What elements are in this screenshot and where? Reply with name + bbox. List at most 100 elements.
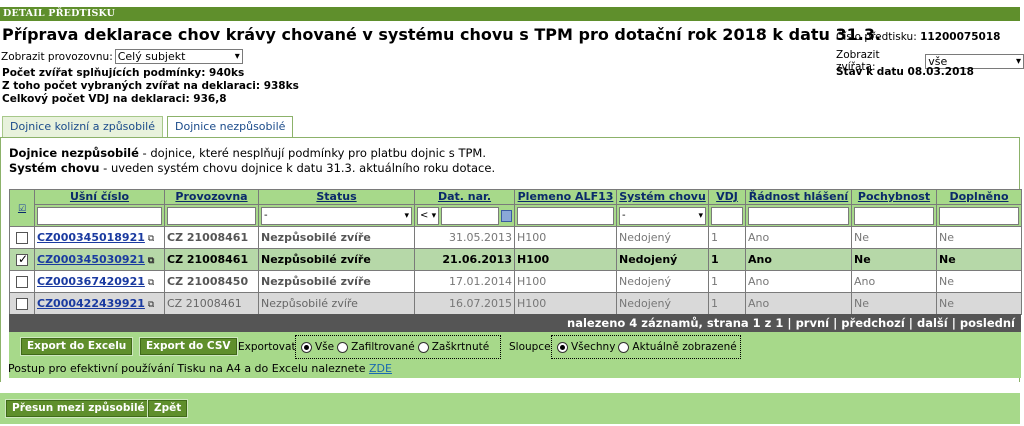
filter-date-op-select[interactable]: < ▾ (417, 206, 440, 225)
export-all-radio[interactable] (301, 341, 312, 353)
filter-ear-input[interactable] (37, 206, 162, 225)
doplneno-cell: Ne (936, 292, 1022, 315)
system-cell: Nedojený (616, 292, 709, 315)
col-header-pochybnost[interactable]: Pochybnost (851, 189, 937, 205)
move-to-eligible-button[interactable]: Přesun mezi způsobilé (5, 399, 152, 418)
row-checkbox[interactable] (16, 252, 28, 266)
col-header-system[interactable]: Systém chovu (616, 189, 709, 205)
ear-cell: CZ000345030921 ⧉ (34, 248, 165, 271)
filter-radnost-cell (745, 204, 852, 227)
tab-kolizni-zpusobile[interactable]: Dojnice kolizní a způsobilé (2, 116, 164, 138)
desc-line-2: Systém chovu - uveden systém chovu dojni… (9, 161, 495, 175)
ear-number-link[interactable]: CZ000345018921 (37, 231, 145, 244)
export-filtered-radio[interactable] (337, 341, 349, 353)
state-date: Stav k datu 08.03.2018 (836, 66, 974, 78)
chevron-down-icon: ▾ (404, 210, 409, 221)
help-link[interactable]: ZDE (369, 362, 392, 375)
filter-date-input[interactable] (441, 206, 499, 225)
chevron-down-icon: ▾ (431, 210, 437, 221)
tab-nezpusobile[interactable]: Dojnice nezpůsobilé (167, 116, 294, 138)
help-text: Postup pro efektivní používání Tisku na … (8, 362, 370, 375)
provoz-select[interactable]: Celý subjekt ▾ (114, 49, 243, 64)
filter-ear-cell (34, 204, 165, 227)
row-checkbox[interactable] (16, 232, 28, 244)
columns-all-label: Všechny (571, 341, 616, 353)
export-all-label: Vše (315, 341, 335, 353)
vdj-cell: 1 (708, 270, 746, 293)
filter-radnost-input[interactable] (748, 206, 849, 225)
export-options: Vše Zafiltrované Zaškrtnuté (295, 335, 501, 359)
row-checkbox[interactable] (16, 298, 28, 310)
export-filtered-label: Zafiltrované (351, 341, 415, 353)
table-row[interactable]: CZ000345030921⧉ CZ 21008461 Nezpůsobilé … (9, 248, 1022, 271)
col-header-vdj[interactable]: VDJ (708, 189, 746, 205)
col-header-provoz[interactable]: Provozovna (164, 189, 259, 205)
system-cell: Nedojený (616, 270, 709, 293)
popup-icon[interactable]: ⧉ (148, 278, 154, 288)
columns-all-radio[interactable] (557, 341, 568, 353)
filter-provoz-input[interactable] (167, 206, 256, 225)
help-line: Postup pro efektivní používání Tisku na … (8, 362, 392, 375)
provoz-select-value: Celý subjekt (117, 50, 186, 63)
popup-icon[interactable]: ⧉ (148, 234, 154, 244)
row-checkbox-cell (9, 270, 35, 293)
filter-pochybnost-input[interactable] (854, 206, 934, 225)
select-all-icon[interactable]: ☑ (18, 204, 26, 214)
desc-term-1: Dojnice nezpůsobilé (9, 146, 139, 160)
row-checkbox-cell (9, 226, 35, 249)
ear-number-link[interactable]: CZ000367420921 (37, 275, 145, 288)
desc-line-1: Dojnice nezpůsobilé - dojnice, které nes… (9, 146, 486, 160)
pretisk-info: Číslo předtisku: 11200075018 (836, 31, 1000, 43)
col-header-breed[interactable]: Plemeno ALF13 (514, 189, 617, 205)
pochybnost-cell: Ne (851, 226, 937, 249)
ear-cell: CZ000345018921 ⧉ (34, 226, 165, 249)
row-checkbox[interactable] (16, 276, 28, 288)
chevron-down-icon: ▾ (1015, 55, 1021, 67)
popup-icon[interactable]: ⧉ (148, 300, 154, 310)
export-excel-button[interactable]: Export do Excelu (19, 337, 134, 356)
date-cell: 17.01.2014 (414, 270, 515, 293)
filter-vdj-input[interactable] (711, 206, 743, 225)
system-cell: Nedojený (616, 248, 709, 271)
filter-doplneno-input[interactable] (939, 206, 1019, 225)
back-button[interactable]: Zpět (146, 399, 189, 418)
provoz-label: Zobrazit provozovnu: (1, 50, 113, 63)
col-header-radnost[interactable]: Řádnost hlášení (745, 189, 852, 205)
filter-status-select[interactable]: - ▾ (261, 206, 412, 225)
table-row[interactable]: CZ000367420921 ⧉ CZ 21008450 Nezpůsobilé … (9, 270, 1022, 293)
filter-date-cell: < ▾ (414, 204, 515, 227)
col-header-doplneno[interactable]: Doplněno (936, 189, 1022, 205)
ear-cell: CZ000422439921 ⧉ (34, 292, 165, 315)
vdj-cell: 1 (708, 248, 746, 271)
export-csv-button[interactable]: Export do CSV (139, 337, 238, 356)
chevron-down-icon: ▾ (234, 51, 240, 62)
count-met: Počet zvířat splňujících podmínky: 940ks (2, 67, 245, 79)
calendar-icon[interactable] (500, 209, 512, 222)
col-header-status[interactable]: Status (258, 189, 415, 205)
filter-system-select[interactable]: - ▾ (619, 206, 706, 225)
status-cell: Nezpůsobilé zvíře (258, 270, 415, 293)
filter-pochybnost-cell (851, 204, 937, 227)
status-cell: Nezpůsobilé zvíře (258, 226, 415, 249)
vdj-cell: 1 (708, 226, 746, 249)
filter-provoz-cell (164, 204, 259, 227)
table-row[interactable]: CZ000345018921 ⧉ CZ 21008461 Nezpůsobilé … (9, 226, 1022, 249)
col-header-date[interactable]: Dat. nar. (414, 189, 515, 205)
filter-system-cell: - ▾ (616, 204, 709, 227)
pretisk-number: 11200075018 (920, 31, 1001, 43)
system-cell: Nedojený (616, 226, 709, 249)
provoz-cell: CZ 21008461 (164, 248, 259, 271)
columns-shown-label: Aktuálně zobrazené (632, 341, 737, 353)
columns-shown-radio[interactable] (618, 341, 630, 353)
popup-icon[interactable]: ⧉ (148, 256, 154, 266)
col-header-ear[interactable]: Ušní číslo (34, 189, 165, 205)
pretisk-label: Číslo předtisku: (836, 31, 917, 43)
table-row[interactable]: CZ000422439921 ⧉ CZ 21008461 Nezpůsobilé … (9, 292, 1022, 315)
row-checkbox-cell (9, 292, 35, 315)
ear-number-link[interactable]: CZ000345030921 (37, 253, 145, 266)
pager-bar[interactable]: nalezeno 4 záznamů, strana 1 z 1 | první… (9, 314, 1021, 332)
ear-number-link[interactable]: CZ000422439921 (37, 297, 145, 310)
radnost-cell: Ano (745, 292, 852, 315)
filter-breed-input[interactable] (517, 206, 614, 225)
export-checked-radio[interactable] (417, 341, 429, 353)
